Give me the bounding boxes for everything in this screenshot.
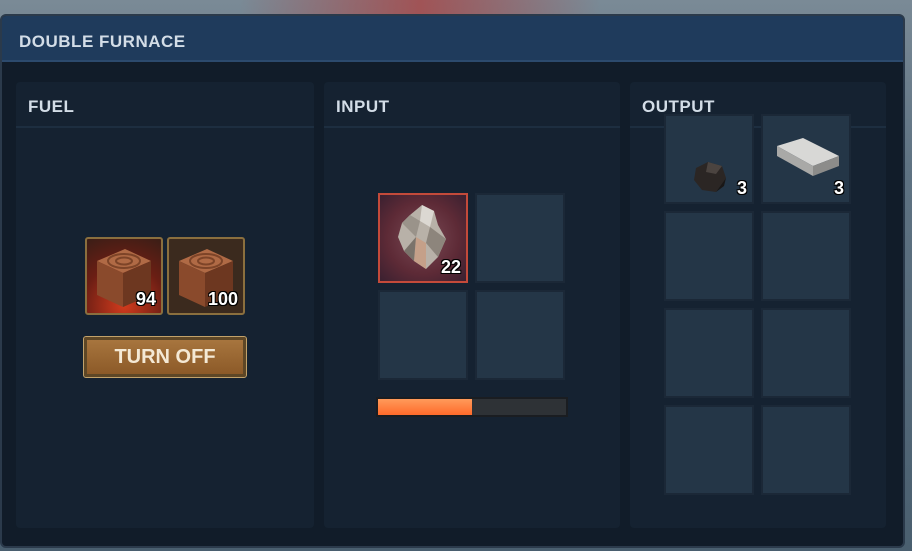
output-slot[interactable] xyxy=(664,211,754,301)
fuel-slot[interactable]: 100 xyxy=(167,237,245,315)
input-label: INPUT xyxy=(336,97,390,116)
output-slot[interactable]: 3 xyxy=(664,114,754,204)
fuel-count: 100 xyxy=(207,289,238,309)
fuel-count: 94 xyxy=(135,289,156,309)
background-glow xyxy=(240,0,600,14)
turn-off-button[interactable]: TURN OFF xyxy=(83,336,247,378)
output-slot[interactable] xyxy=(761,405,851,495)
fuel-slot[interactable]: 94 xyxy=(85,237,163,315)
input-panel-header: INPUT xyxy=(324,82,620,128)
output-count: 3 xyxy=(736,178,747,198)
furnace-window: DOUBLE FURNACE FUEL INPUT OUTPUT 94 100 … xyxy=(0,14,905,548)
output-count: 3 xyxy=(833,178,844,198)
output-slot[interactable] xyxy=(664,405,754,495)
fuel-label: FUEL xyxy=(28,97,75,116)
fuel-panel-header: FUEL xyxy=(16,82,314,128)
output-slot[interactable] xyxy=(761,211,851,301)
input-panel: INPUT xyxy=(324,82,620,528)
input-slot[interactable] xyxy=(378,290,468,380)
window-title: DOUBLE FURNACE xyxy=(19,32,186,51)
input-slot[interactable] xyxy=(475,290,565,380)
output-slot[interactable] xyxy=(761,308,851,398)
smelting-progress-fill xyxy=(378,399,472,415)
input-count: 22 xyxy=(440,257,461,277)
smelting-progress-bar xyxy=(376,397,568,417)
input-slot[interactable] xyxy=(475,193,565,283)
input-slot[interactable]: 22 xyxy=(378,193,468,283)
fuel-panel: FUEL xyxy=(16,82,314,528)
output-slot[interactable] xyxy=(664,308,754,398)
title-bar: DOUBLE FURNACE xyxy=(2,16,903,62)
output-slot[interactable]: 3 xyxy=(761,114,851,204)
